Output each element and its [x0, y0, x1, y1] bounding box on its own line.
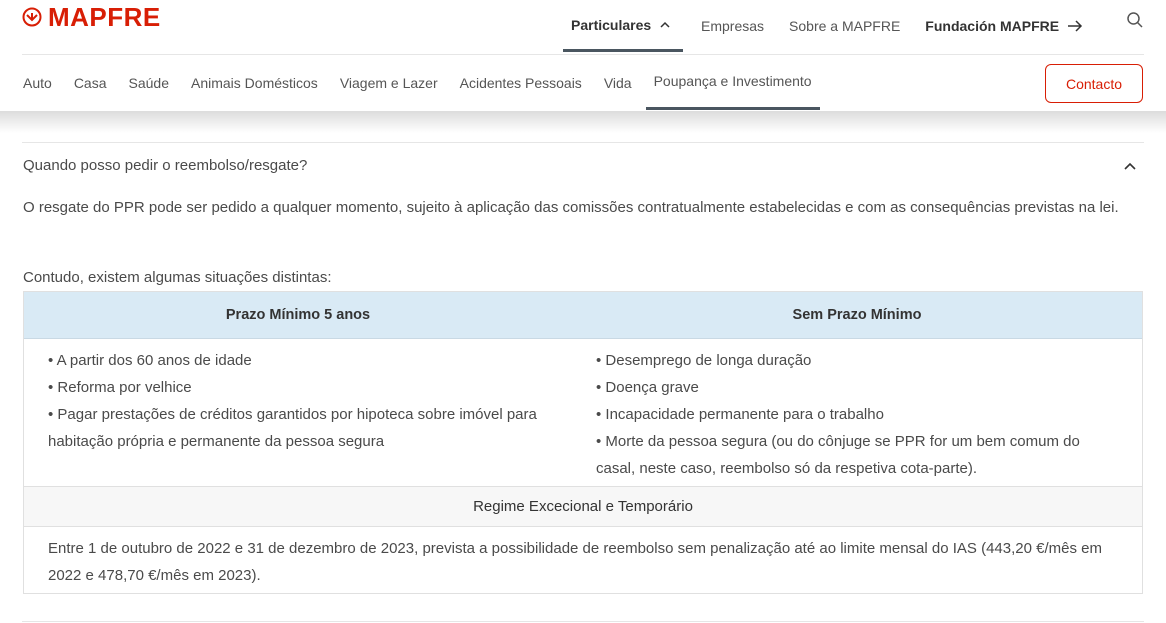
- sub-nav-vida[interactable]: Vida: [604, 55, 632, 110]
- faq-answer-paragraph: O resgate do PPR pode ser pedido a qualq…: [23, 199, 1119, 216]
- table-regime-text: Entre 1 de outubro de 2022 e 31 de dezem…: [48, 540, 1102, 584]
- table-cell-prazo-minimo: • A partir dos 60 anos de idade • Reform…: [24, 339, 572, 486]
- faq-answer-intro: Contudo, existem algumas situações disti…: [23, 269, 332, 286]
- nav-fundacion[interactable]: Fundación MAPFRE: [925, 0, 1083, 52]
- sub-nav-auto[interactable]: Auto: [23, 55, 52, 110]
- nav-fundacion-label: Fundación MAPFRE: [925, 18, 1060, 34]
- list-item: • Morte da pessoa segura (ou do cônjuge …: [596, 433, 1080, 477]
- chevron-up-icon: [660, 21, 670, 28]
- faq-divider: [22, 142, 1144, 143]
- site-header: MAPFRE Particulares Empresas Sobre a MAP…: [0, 0, 1166, 111]
- nav-sobre-label: Sobre a MAPFRE: [789, 18, 901, 34]
- chevron-up-icon[interactable]: [1123, 160, 1137, 172]
- arrow-right-icon: [1068, 20, 1083, 32]
- list-item: • Pagar prestações de créditos garantido…: [48, 406, 537, 450]
- top-nav: Particulares Empresas Sobre a MAPFRE Fun…: [563, 0, 1083, 52]
- sub-nav-viagem[interactable]: Viagem e Lazer: [340, 55, 438, 110]
- faq-question[interactable]: Quando posso pedir o reembolso/resgate?: [23, 157, 307, 174]
- sub-nav: Auto Casa Saúde Animais Domésticos Viage…: [23, 55, 842, 110]
- mapfre-logo[interactable]: MAPFRE: [22, 3, 161, 31]
- list-item: • A partir dos 60 anos de idade: [48, 352, 252, 369]
- mapfre-logo-icon: [22, 7, 42, 27]
- table-header-sem-prazo: Sem Prazo Mínimo: [792, 307, 922, 323]
- logo-text: MAPFRE: [48, 2, 161, 32]
- faq-bottom-divider: [22, 621, 1144, 622]
- list-item: • Reforma por velhice: [48, 379, 192, 396]
- contact-button[interactable]: Contacto: [1045, 64, 1143, 103]
- search-icon[interactable]: [1126, 11, 1144, 29]
- table-regime-header: Regime Excecional e Temporário: [24, 487, 1142, 527]
- nav-sobre[interactable]: Sobre a MAPFRE: [789, 0, 900, 52]
- nav-particulares[interactable]: Particulares: [563, 0, 683, 52]
- sub-nav-animais[interactable]: Animais Domésticos: [191, 55, 318, 110]
- sub-nav-saude[interactable]: Saúde: [129, 55, 169, 110]
- table-row: • A partir dos 60 anos de idade • Reform…: [24, 339, 1142, 487]
- table-header-row: Prazo Mínimo 5 anos Sem Prazo Mínimo: [24, 292, 1142, 339]
- header-shadow: [0, 111, 1166, 133]
- nav-empresas-label: Empresas: [701, 18, 765, 34]
- list-item: • Doença grave: [596, 379, 699, 396]
- nav-particulares-label: Particulares: [571, 16, 652, 33]
- sub-nav-poupanca[interactable]: Poupança e Investimento: [645, 55, 820, 110]
- table-header-prazo-minimo: Prazo Mínimo 5 anos: [225, 307, 371, 323]
- sub-nav-casa[interactable]: Casa: [74, 55, 107, 110]
- list-item: • Incapacidade permanente para o trabalh…: [596, 406, 884, 423]
- sub-nav-acidentes[interactable]: Acidentes Pessoais: [460, 55, 582, 110]
- list-item: • Desemprego de longa duração: [596, 352, 812, 369]
- reembolso-table: Prazo Mínimo 5 anos Sem Prazo Mínimo • A…: [23, 291, 1143, 594]
- nav-empresas[interactable]: Empresas: [701, 0, 764, 52]
- table-cell-sem-prazo: • Desemprego de longa duração • Doença g…: [572, 339, 1142, 486]
